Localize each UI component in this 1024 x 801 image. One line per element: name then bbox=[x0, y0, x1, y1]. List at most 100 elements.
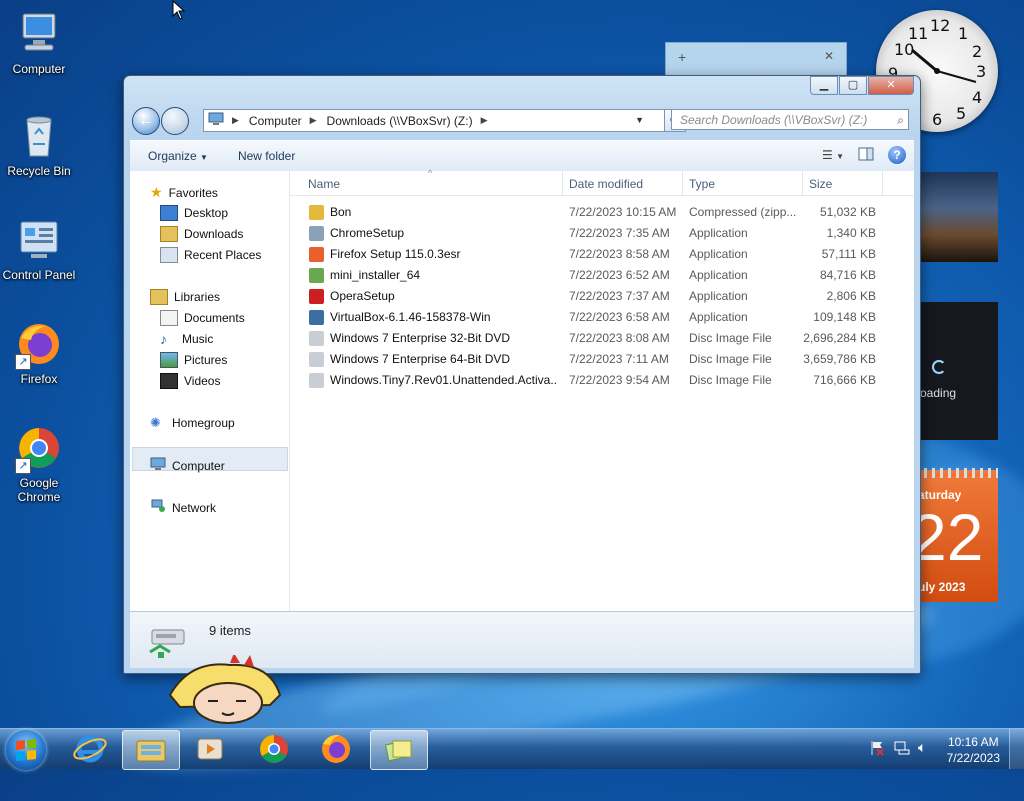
nav-documents[interactable]: Documents bbox=[160, 310, 245, 326]
file-row[interactable]: Firefox Setup 115.0.3esr 7/22/2023 8:58 A… bbox=[290, 244, 914, 265]
chrome-icon: ↗ bbox=[15, 424, 63, 474]
file-row[interactable]: Windows.Tiny7.Rev01.Unattended.Activa...… bbox=[290, 370, 914, 391]
file-row[interactable]: Windows 7 Enterprise 64-Bit DVD 7/22/2023… bbox=[290, 349, 914, 370]
nav-label: Favorites bbox=[168, 185, 218, 200]
file-icon bbox=[309, 289, 324, 304]
search-icon[interactable]: ⌕ bbox=[897, 110, 904, 131]
help-button[interactable]: ? bbox=[888, 146, 906, 164]
file-row[interactable]: Windows 7 Enterprise 32-Bit DVD 7/22/2023… bbox=[290, 328, 914, 349]
file-size: 1,340 KB bbox=[826, 226, 876, 240]
forward-button[interactable]: → bbox=[161, 107, 189, 135]
nav-label: Music bbox=[182, 332, 214, 346]
column-separator[interactable] bbox=[882, 171, 883, 195]
nav-music[interactable]: ♪ Music bbox=[160, 331, 213, 347]
libraries-icon bbox=[150, 289, 168, 305]
nav-videos[interactable]: Videos bbox=[160, 373, 220, 389]
file-date: 7/22/2023 8:08 AM bbox=[569, 331, 670, 345]
file-icon bbox=[309, 373, 324, 388]
file-type: Application bbox=[689, 226, 748, 240]
nav-pictures[interactable]: Pictures bbox=[160, 352, 227, 368]
taskbar-windows-explorer[interactable] bbox=[122, 730, 180, 770]
action-center-flag-icon[interactable] bbox=[870, 740, 884, 759]
file-row[interactable]: ChromeSetup 7/22/2023 7:35 AM Application 1… bbox=[290, 223, 914, 244]
column-type[interactable]: Type bbox=[689, 177, 715, 191]
network-icon bbox=[150, 499, 166, 516]
chevron-down-icon: ▼ bbox=[836, 152, 844, 161]
maximize-button[interactable]: ▢ bbox=[839, 76, 867, 95]
nav-label: Homegroup bbox=[172, 416, 235, 430]
file-type: Application bbox=[689, 247, 748, 261]
organize-button[interactable]: Organize ▼ bbox=[148, 149, 208, 163]
calendar-gadget[interactable]: aturday 22 uly 2023 bbox=[910, 468, 998, 602]
file-date: 7/22/2023 8:58 AM bbox=[569, 247, 670, 261]
network-tray-icon[interactable] bbox=[894, 740, 910, 759]
taskbar-firefox[interactable] bbox=[308, 730, 364, 768]
explorer-window[interactable]: ▁ ▢ ✕ ← → ▶ Computer ▶ Downloads (\\VBox… bbox=[123, 75, 921, 674]
column-size[interactable]: Size bbox=[809, 177, 832, 191]
nav-favorites[interactable]: ★ Favorites bbox=[150, 184, 218, 201]
desktop-icon-google-chrome[interactable]: ↗ Google Chrome bbox=[0, 424, 78, 504]
clock-time: 10:16 AM bbox=[947, 735, 999, 749]
taskbar-chrome[interactable] bbox=[246, 730, 302, 768]
close-icon[interactable]: ✕ bbox=[824, 49, 834, 63]
nav-computer[interactable]: Computer bbox=[150, 457, 225, 474]
taskbar-clock[interactable]: 10:16 AM 7/22/2023 bbox=[947, 734, 1000, 766]
clock-date: 7/22/2023 bbox=[946, 751, 1000, 765]
desktop-icon-recycle-bin[interactable]: Recycle Bin bbox=[0, 112, 78, 178]
nav-downloads[interactable]: Downloads bbox=[160, 226, 243, 242]
desktop-icon-label: Google Chrome bbox=[17, 476, 61, 504]
taskbar-internet-explorer[interactable] bbox=[62, 730, 118, 768]
file-name: mini_installer_64 bbox=[330, 268, 421, 282]
desktop-icon-computer[interactable]: Computer bbox=[0, 10, 78, 76]
breadcrumb-separator-icon[interactable]: ▶ bbox=[310, 115, 317, 126]
address-bar[interactable]: ▶ Computer ▶ Downloads (\\VBoxSvr) (Z:) … bbox=[203, 109, 686, 132]
file-row[interactable]: Bon 7/22/2023 10:15 AM Compressed (zipp...… bbox=[290, 202, 914, 223]
breadcrumb-downloads[interactable]: Downloads (\\VBoxSvr) (Z:) bbox=[327, 114, 473, 128]
back-button[interactable]: ← bbox=[132, 107, 160, 135]
search-input[interactable]: Search Downloads (\\VBoxSvr) (Z:) ⌕ bbox=[671, 109, 909, 130]
file-date: 7/22/2023 6:58 AM bbox=[569, 310, 670, 324]
nav-homegroup[interactable]: ✺ Homegroup bbox=[150, 415, 235, 431]
breadcrumb-separator-icon[interactable]: ▶ bbox=[232, 115, 239, 126]
column-separator[interactable] bbox=[682, 171, 683, 195]
column-name[interactable]: Name bbox=[308, 177, 340, 191]
taskbar-sticky-notes[interactable] bbox=[370, 730, 428, 770]
breadcrumb-separator-icon[interactable]: ▶ bbox=[481, 115, 488, 126]
new-folder-button[interactable]: New folder bbox=[238, 149, 295, 163]
column-date-modified[interactable]: Date modified bbox=[569, 177, 643, 191]
volume-icon[interactable]: 🔈︎ bbox=[918, 739, 926, 756]
nav-network[interactable]: Network bbox=[150, 499, 216, 516]
taskbar: 🔈︎ 10:16 AM 7/22/2023 bbox=[0, 728, 1024, 770]
view-options-button[interactable]: ☰ ▼ bbox=[822, 148, 844, 162]
desktop-icon-firefox[interactable]: ↗ Firefox bbox=[0, 320, 78, 386]
desktop-icon-control-panel[interactable]: Control Panel bbox=[0, 216, 78, 282]
column-separator[interactable] bbox=[802, 171, 803, 195]
nav-libraries[interactable]: Libraries bbox=[150, 289, 220, 305]
nav-recent-places[interactable]: Recent Places bbox=[160, 247, 261, 263]
nav-label: Computer bbox=[172, 458, 225, 473]
start-button[interactable] bbox=[6, 730, 46, 770]
address-dropdown-icon[interactable]: ▼ bbox=[635, 110, 644, 131]
breadcrumb-computer[interactable]: Computer bbox=[249, 114, 302, 128]
nav-label: Videos bbox=[184, 374, 221, 388]
feed-gadget[interactable]: oading bbox=[916, 302, 998, 440]
close-button[interactable]: ✕ bbox=[868, 76, 914, 95]
file-row[interactable]: VirtualBox-6.1.46-158378-Win 7/22/2023 6:… bbox=[290, 307, 914, 328]
sticky-notes-icon bbox=[384, 740, 412, 762]
add-icon[interactable]: + bbox=[678, 49, 686, 65]
preview-pane-button[interactable] bbox=[858, 147, 874, 164]
taskbar-media-player[interactable] bbox=[182, 730, 238, 768]
computer-small-icon bbox=[150, 457, 166, 474]
show-desktop-button[interactable] bbox=[1009, 729, 1024, 769]
file-row[interactable]: mini_installer_64 7/22/2023 6:52 AM Applic… bbox=[290, 265, 914, 286]
file-type: Disc Image File bbox=[689, 331, 772, 345]
minimize-button[interactable]: ▁ bbox=[810, 76, 838, 95]
desktop-icon-label: Control Panel bbox=[2, 268, 76, 282]
slideshow-gadget[interactable] bbox=[916, 172, 998, 262]
column-separator[interactable] bbox=[562, 171, 563, 195]
nav-desktop[interactable]: Desktop bbox=[160, 205, 228, 221]
file-row[interactable]: OperaSetup 7/22/2023 7:37 AM Application 2,… bbox=[290, 286, 914, 307]
file-name: OperaSetup bbox=[330, 289, 395, 303]
file-name: Windows.Tiny7.Rev01.Unattended.Activa... bbox=[330, 373, 556, 387]
file-type: Application bbox=[689, 268, 748, 282]
